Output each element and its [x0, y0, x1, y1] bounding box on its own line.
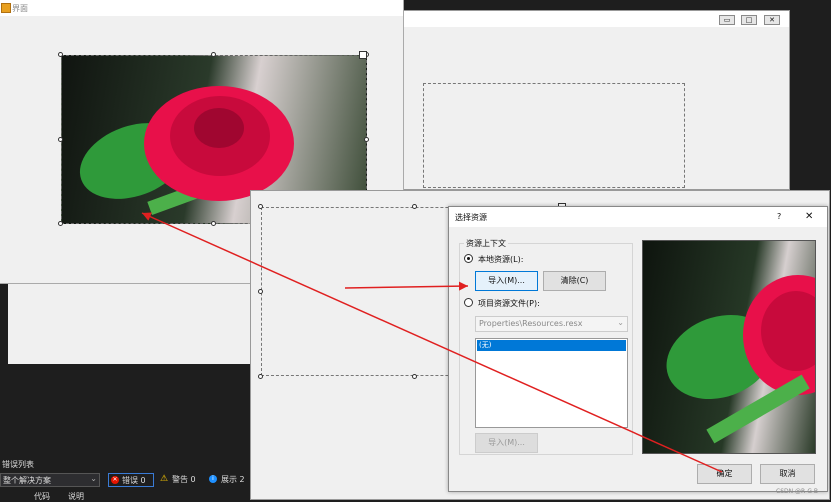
chevron-down-icon: ⌄	[90, 474, 97, 483]
help-button[interactable]: ?	[777, 212, 781, 221]
error-list-title: 错误列表	[2, 460, 34, 469]
error-icon: ✕	[111, 476, 119, 484]
project-resource-label: 项目资源文件(P):	[478, 299, 540, 308]
resource-list[interactable]: (无)	[475, 338, 628, 428]
resize-handle[interactable]	[412, 204, 417, 209]
resize-handle[interactable]	[258, 204, 263, 209]
list-item-label: (无)	[479, 341, 492, 349]
ok-button[interactable]: 确定	[697, 464, 752, 484]
form-icon	[1, 3, 11, 13]
select-resource-dialog: 选择资源 ? ✕ 资源上下文 本地资源(L): 导入(M)... 清除(C) 项…	[448, 206, 828, 492]
preview-image	[642, 240, 816, 454]
resize-handle[interactable]	[58, 52, 63, 57]
list-item-selected[interactable]: (无)	[477, 340, 626, 351]
errors-filter[interactable]: ✕ 错误 0	[108, 473, 154, 487]
watermark: CSDN @R-G-B	[776, 488, 819, 495]
resx-select[interactable]: Properties\Resources.resx ⌄	[475, 316, 628, 332]
dialog-title: 选择资源	[455, 213, 487, 222]
resize-handle[interactable]	[58, 221, 63, 226]
tab-code[interactable]: 代码	[34, 491, 50, 502]
group-label: 资源上下文	[464, 238, 508, 249]
dialog-titlebar	[449, 207, 827, 227]
background-designer-lower	[8, 284, 252, 364]
smart-tag-icon[interactable]	[359, 51, 367, 59]
form-title: 界面	[12, 4, 28, 13]
resize-handle[interactable]	[412, 374, 417, 379]
error-list-panel: 错误列表 整个解决方案 ⌄ ✕ 错误 0 ⚠ 警告 0 i 展示 2 代码 说明	[0, 455, 250, 502]
import-disabled-button[interactable]: 导入(M)...	[475, 433, 538, 453]
form-titlebar	[0, 0, 403, 16]
rose-center	[194, 108, 244, 148]
picturebox-placeholder	[423, 83, 685, 188]
dialog-close-icon[interactable]: ✕	[805, 211, 813, 222]
scope-select-value: 整个解决方案	[3, 476, 51, 485]
project-resource-radio[interactable]	[464, 298, 473, 307]
chevron-down-icon: ⌄	[617, 318, 624, 327]
local-resource-label: 本地资源(L):	[478, 255, 524, 264]
local-resource-radio[interactable]	[464, 254, 473, 263]
close-icon[interactable]: ✕	[764, 15, 780, 25]
clear-button[interactable]: 清除(C)	[543, 271, 606, 291]
minimize-icon[interactable]: ▭	[719, 15, 735, 25]
resize-handle[interactable]	[211, 221, 216, 226]
tab-description[interactable]: 说明	[68, 491, 84, 502]
errors-label: 错误 0	[122, 476, 146, 485]
messages-label: 展示 2	[221, 475, 245, 484]
resize-handle[interactable]	[258, 374, 263, 379]
resx-select-value: Properties\Resources.resx	[479, 319, 583, 328]
resize-handle[interactable]	[258, 289, 263, 294]
import-button[interactable]: 导入(M)...	[475, 271, 538, 291]
warnings-filter[interactable]: ⚠ 警告 0	[160, 473, 202, 487]
scope-select[interactable]: 整个解决方案 ⌄	[0, 473, 100, 487]
maximize-icon[interactable]: □	[741, 15, 757, 25]
resize-handle[interactable]	[211, 52, 216, 57]
warning-icon: ⚠	[160, 474, 169, 484]
cancel-button[interactable]: 取消	[760, 464, 815, 484]
resize-handle[interactable]	[58, 137, 63, 142]
resize-handle[interactable]	[364, 137, 369, 142]
messages-filter[interactable]: i 展示 2	[209, 473, 249, 487]
warnings-label: 警告 0	[172, 475, 196, 484]
info-icon: i	[209, 475, 217, 483]
